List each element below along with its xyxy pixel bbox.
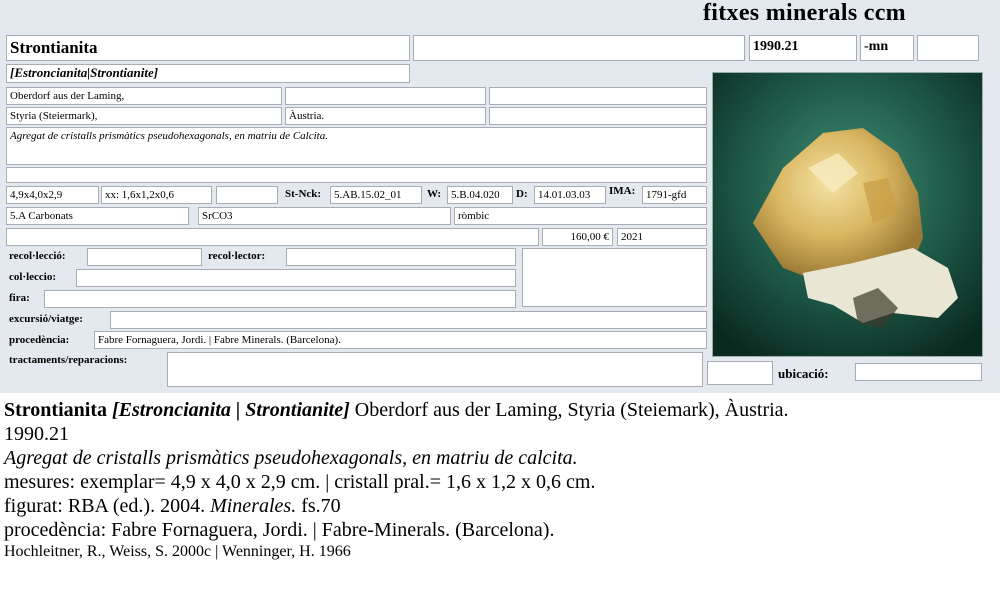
mineral-specimen-photo-icon xyxy=(713,73,982,356)
d-label: D: xyxy=(516,188,528,200)
record-summary: Strontianita [Estroncianita | Strontiani… xyxy=(4,398,996,562)
location-box[interactable] xyxy=(707,361,773,385)
summary-figured-suffix: fs.70 xyxy=(301,495,341,517)
price-field[interactable]: 160,00 € xyxy=(542,228,613,246)
record-form: fitxes minerals ccm Strontianita 1990.21… xyxy=(0,0,1000,393)
notes-box[interactable] xyxy=(522,248,707,307)
notes-field[interactable] xyxy=(6,228,539,246)
size-extra-field[interactable] xyxy=(216,186,278,204)
trip-field[interactable] xyxy=(110,311,707,329)
locality-extra-field-2[interactable] xyxy=(489,87,707,105)
summary-figured-title: Minerales. xyxy=(210,495,297,517)
provenance-field[interactable]: Fabre Fornaguera, Jordi. | Fabre Mineral… xyxy=(94,331,707,349)
collection-field[interactable] xyxy=(87,248,202,266)
d-field[interactable]: 14.01.03.03 xyxy=(534,186,606,204)
crystal-size-field[interactable]: xx: 1,6x1,2x0,6 xyxy=(101,186,212,204)
coll-field[interactable] xyxy=(76,269,516,287)
treatments-label: tractaments/reparacions: xyxy=(9,354,128,366)
summary-provenance: procedència: Fabre Fornaguera, Jordi. | … xyxy=(4,519,555,541)
year-field[interactable]: 2021 xyxy=(617,228,707,246)
region-field[interactable]: Styria (Steiermark), xyxy=(6,107,282,125)
mineral-name-field[interactable]: Strontianita xyxy=(6,35,410,61)
coll-label: col·leccio: xyxy=(9,271,57,283)
summary-code: 1990.21 xyxy=(4,423,69,445)
region-extra-field[interactable] xyxy=(489,107,707,125)
extra-field[interactable] xyxy=(413,35,745,61)
suffix-extra-field[interactable] xyxy=(917,35,979,61)
ima-label: IMA: xyxy=(609,185,636,197)
ima-field[interactable]: 1791-gfd xyxy=(642,186,707,204)
summary-name: Strontianita xyxy=(4,399,107,421)
treatments-field[interactable] xyxy=(167,352,703,387)
fair-field[interactable] xyxy=(44,290,516,308)
collection-label: recol·lecció: xyxy=(9,250,66,262)
synonyms-field[interactable]: [Estroncianita|Strontianite] xyxy=(6,64,410,83)
locality-extra-field-1[interactable] xyxy=(285,87,486,105)
specimen-size-field[interactable]: 4,9x4,0x2,9 xyxy=(6,186,99,204)
summary-figured-prefix: figurat: RBA (ed.). 2004. xyxy=(4,495,206,517)
catalog-code-field[interactable]: 1990.21 xyxy=(749,35,857,61)
summary-synonyms: [Estroncianita | Strontianite] xyxy=(111,399,350,421)
description-field[interactable]: Agregat de cristalls prismàtics pseudohe… xyxy=(6,127,707,165)
w-label: W: xyxy=(427,188,442,200)
mineral-photo[interactable] xyxy=(712,72,983,357)
summary-measures: mesures: exemplar= 4,9 x 4,0 x 2,9 cm. |… xyxy=(4,471,596,493)
locality-field[interactable]: Oberdorf aus der Laming, xyxy=(6,87,282,105)
summary-locality: Oberdorf aus der Laming, Styria (Steiema… xyxy=(354,399,789,421)
class-field[interactable]: 5.A Carbonats xyxy=(6,207,189,225)
summary-references: Hochleitner, R., Weiss, S. 2000c | Wenni… xyxy=(4,543,351,560)
w-field[interactable]: 5.B.04.020 xyxy=(447,186,513,204)
summary-figured: figurat: RBA (ed.). 2004. Minerales. fs.… xyxy=(4,494,996,518)
location-label: ubicació: xyxy=(778,366,829,381)
catalog-suffix-field[interactable]: -mn xyxy=(860,35,914,61)
app-title: fitxes minerals ccm xyxy=(703,0,906,26)
formula-field[interactable]: SrCO3 xyxy=(198,207,451,225)
country-field[interactable]: Àustria. xyxy=(285,107,486,125)
collector-label: recol·lector: xyxy=(208,250,266,262)
summary-line-1: Strontianita [Estroncianita | Strontiani… xyxy=(4,398,996,422)
collector-field[interactable] xyxy=(286,248,516,266)
provenance-label: procedència: xyxy=(9,334,70,346)
summary-description: Agregat de cristalls prismàtics pseudohe… xyxy=(4,447,578,469)
fair-label: fira: xyxy=(9,292,30,304)
description-extra-field[interactable] xyxy=(6,167,707,183)
location-field[interactable] xyxy=(855,363,982,381)
trip-label: excursió/viatge: xyxy=(9,313,83,325)
strunz-field[interactable]: 5.AB.15.02_01 xyxy=(330,186,422,204)
crystal-system-field[interactable]: ròmbic xyxy=(454,207,707,225)
strunz-label: St-Nck: xyxy=(285,188,322,200)
